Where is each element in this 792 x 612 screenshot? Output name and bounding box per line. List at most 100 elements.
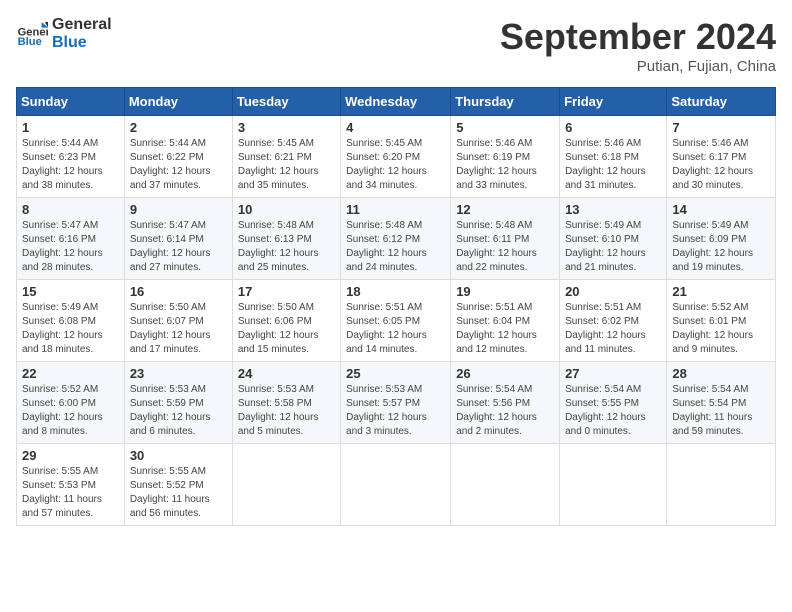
calendar-cell: 6 Sunrise: 5:46 AMSunset: 6:18 PMDayligh… bbox=[560, 116, 667, 198]
day-number: 27 bbox=[565, 366, 661, 381]
calendar-cell: 3 Sunrise: 5:45 AMSunset: 6:21 PMDayligh… bbox=[232, 116, 340, 198]
day-number: 12 bbox=[456, 202, 554, 217]
calendar-cell bbox=[451, 444, 560, 526]
calendar-cell: 15 Sunrise: 5:49 AMSunset: 6:08 PMDaylig… bbox=[17, 280, 125, 362]
day-number: 18 bbox=[346, 284, 445, 299]
day-number: 15 bbox=[22, 284, 119, 299]
day-number: 21 bbox=[672, 284, 770, 299]
day-number: 4 bbox=[346, 120, 445, 135]
day-info: Sunrise: 5:52 AMSunset: 6:01 PMDaylight:… bbox=[672, 301, 770, 357]
col-saturday: Saturday bbox=[667, 88, 776, 116]
logo-general: General bbox=[52, 16, 112, 34]
calendar-cell: 25 Sunrise: 5:53 AMSunset: 5:57 PMDaylig… bbox=[341, 362, 451, 444]
calendar-table: Sunday Monday Tuesday Wednesday Thursday… bbox=[16, 87, 776, 526]
day-number: 11 bbox=[346, 202, 445, 217]
calendar-cell: 11 Sunrise: 5:48 AMSunset: 6:12 PMDaylig… bbox=[341, 198, 451, 280]
calendar-cell bbox=[341, 444, 451, 526]
calendar-cell: 8 Sunrise: 5:47 AMSunset: 6:16 PMDayligh… bbox=[17, 198, 125, 280]
calendar-cell: 4 Sunrise: 5:45 AMSunset: 6:20 PMDayligh… bbox=[341, 116, 451, 198]
day-info: Sunrise: 5:47 AMSunset: 6:16 PMDaylight:… bbox=[22, 219, 119, 275]
day-info: Sunrise: 5:51 AMSunset: 6:04 PMDaylight:… bbox=[456, 301, 554, 357]
day-number: 17 bbox=[238, 284, 335, 299]
day-number: 2 bbox=[130, 120, 227, 135]
day-info: Sunrise: 5:54 AMSunset: 5:56 PMDaylight:… bbox=[456, 383, 554, 439]
day-number: 5 bbox=[456, 120, 554, 135]
day-info: Sunrise: 5:51 AMSunset: 6:05 PMDaylight:… bbox=[346, 301, 445, 357]
day-number: 7 bbox=[672, 120, 770, 135]
calendar-cell bbox=[560, 444, 667, 526]
day-info: Sunrise: 5:53 AMSunset: 5:57 PMDaylight:… bbox=[346, 383, 445, 439]
location-subtitle: Putian, Fujian, China bbox=[500, 58, 776, 75]
week-row-2: 8 Sunrise: 5:47 AMSunset: 6:16 PMDayligh… bbox=[17, 198, 776, 280]
calendar-cell: 17 Sunrise: 5:50 AMSunset: 6:06 PMDaylig… bbox=[232, 280, 340, 362]
calendar-cell: 9 Sunrise: 5:47 AMSunset: 6:14 PMDayligh… bbox=[124, 198, 232, 280]
day-info: Sunrise: 5:55 AMSunset: 5:53 PMDaylight:… bbox=[22, 465, 119, 521]
page-header: General Blue General Blue September 2024… bbox=[16, 16, 776, 75]
calendar-cell: 24 Sunrise: 5:53 AMSunset: 5:58 PMDaylig… bbox=[232, 362, 340, 444]
day-number: 20 bbox=[565, 284, 661, 299]
day-info: Sunrise: 5:54 AMSunset: 5:54 PMDaylight:… bbox=[672, 383, 770, 439]
day-number: 6 bbox=[565, 120, 661, 135]
day-info: Sunrise: 5:46 AMSunset: 6:19 PMDaylight:… bbox=[456, 137, 554, 193]
col-sunday: Sunday bbox=[17, 88, 125, 116]
calendar-cell: 30 Sunrise: 5:55 AMSunset: 5:52 PMDaylig… bbox=[124, 444, 232, 526]
logo-blue: Blue bbox=[52, 34, 112, 52]
calendar-cell: 1 Sunrise: 5:44 AMSunset: 6:23 PMDayligh… bbox=[17, 116, 125, 198]
day-number: 13 bbox=[565, 202, 661, 217]
day-number: 23 bbox=[130, 366, 227, 381]
day-number: 10 bbox=[238, 202, 335, 217]
calendar-cell: 22 Sunrise: 5:52 AMSunset: 6:00 PMDaylig… bbox=[17, 362, 125, 444]
calendar-cell: 27 Sunrise: 5:54 AMSunset: 5:55 PMDaylig… bbox=[560, 362, 667, 444]
col-wednesday: Wednesday bbox=[341, 88, 451, 116]
day-number: 9 bbox=[130, 202, 227, 217]
day-number: 8 bbox=[22, 202, 119, 217]
day-number: 25 bbox=[346, 366, 445, 381]
day-info: Sunrise: 5:47 AMSunset: 6:14 PMDaylight:… bbox=[130, 219, 227, 275]
calendar-cell bbox=[667, 444, 776, 526]
calendar-cell: 23 Sunrise: 5:53 AMSunset: 5:59 PMDaylig… bbox=[124, 362, 232, 444]
calendar-cell: 12 Sunrise: 5:48 AMSunset: 6:11 PMDaylig… bbox=[451, 198, 560, 280]
calendar-cell: 16 Sunrise: 5:50 AMSunset: 6:07 PMDaylig… bbox=[124, 280, 232, 362]
calendar-cell: 14 Sunrise: 5:49 AMSunset: 6:09 PMDaylig… bbox=[667, 198, 776, 280]
day-number: 24 bbox=[238, 366, 335, 381]
col-thursday: Thursday bbox=[451, 88, 560, 116]
day-info: Sunrise: 5:45 AMSunset: 6:20 PMDaylight:… bbox=[346, 137, 445, 193]
day-info: Sunrise: 5:48 AMSunset: 6:12 PMDaylight:… bbox=[346, 219, 445, 275]
calendar-cell: 13 Sunrise: 5:49 AMSunset: 6:10 PMDaylig… bbox=[560, 198, 667, 280]
calendar-cell: 2 Sunrise: 5:44 AMSunset: 6:22 PMDayligh… bbox=[124, 116, 232, 198]
day-number: 16 bbox=[130, 284, 227, 299]
day-info: Sunrise: 5:49 AMSunset: 6:08 PMDaylight:… bbox=[22, 301, 119, 357]
svg-text:Blue: Blue bbox=[18, 36, 42, 48]
day-number: 3 bbox=[238, 120, 335, 135]
day-info: Sunrise: 5:49 AMSunset: 6:10 PMDaylight:… bbox=[565, 219, 661, 275]
title-block: September 2024 Putian, Fujian, China bbox=[500, 16, 776, 75]
day-info: Sunrise: 5:50 AMSunset: 6:06 PMDaylight:… bbox=[238, 301, 335, 357]
day-info: Sunrise: 5:46 AMSunset: 6:18 PMDaylight:… bbox=[565, 137, 661, 193]
calendar-cell bbox=[232, 444, 340, 526]
day-info: Sunrise: 5:44 AMSunset: 6:22 PMDaylight:… bbox=[130, 137, 227, 193]
calendar-cell: 18 Sunrise: 5:51 AMSunset: 6:05 PMDaylig… bbox=[341, 280, 451, 362]
day-number: 30 bbox=[130, 448, 227, 463]
logo: General Blue General Blue bbox=[16, 16, 112, 51]
day-info: Sunrise: 5:54 AMSunset: 5:55 PMDaylight:… bbox=[565, 383, 661, 439]
day-number: 1 bbox=[22, 120, 119, 135]
day-info: Sunrise: 5:49 AMSunset: 6:09 PMDaylight:… bbox=[672, 219, 770, 275]
day-number: 29 bbox=[22, 448, 119, 463]
day-info: Sunrise: 5:51 AMSunset: 6:02 PMDaylight:… bbox=[565, 301, 661, 357]
day-info: Sunrise: 5:52 AMSunset: 6:00 PMDaylight:… bbox=[22, 383, 119, 439]
day-info: Sunrise: 5:44 AMSunset: 6:23 PMDaylight:… bbox=[22, 137, 119, 193]
day-number: 26 bbox=[456, 366, 554, 381]
calendar-cell: 28 Sunrise: 5:54 AMSunset: 5:54 PMDaylig… bbox=[667, 362, 776, 444]
calendar-cell: 21 Sunrise: 5:52 AMSunset: 6:01 PMDaylig… bbox=[667, 280, 776, 362]
week-row-4: 22 Sunrise: 5:52 AMSunset: 6:00 PMDaylig… bbox=[17, 362, 776, 444]
day-number: 28 bbox=[672, 366, 770, 381]
day-number: 19 bbox=[456, 284, 554, 299]
calendar-cell: 26 Sunrise: 5:54 AMSunset: 5:56 PMDaylig… bbox=[451, 362, 560, 444]
logo-icon: General Blue bbox=[16, 18, 48, 50]
day-info: Sunrise: 5:46 AMSunset: 6:17 PMDaylight:… bbox=[672, 137, 770, 193]
month-title: September 2024 bbox=[500, 16, 776, 58]
calendar-cell: 29 Sunrise: 5:55 AMSunset: 5:53 PMDaylig… bbox=[17, 444, 125, 526]
week-row-5: 29 Sunrise: 5:55 AMSunset: 5:53 PMDaylig… bbox=[17, 444, 776, 526]
day-info: Sunrise: 5:45 AMSunset: 6:21 PMDaylight:… bbox=[238, 137, 335, 193]
day-info: Sunrise: 5:50 AMSunset: 6:07 PMDaylight:… bbox=[130, 301, 227, 357]
